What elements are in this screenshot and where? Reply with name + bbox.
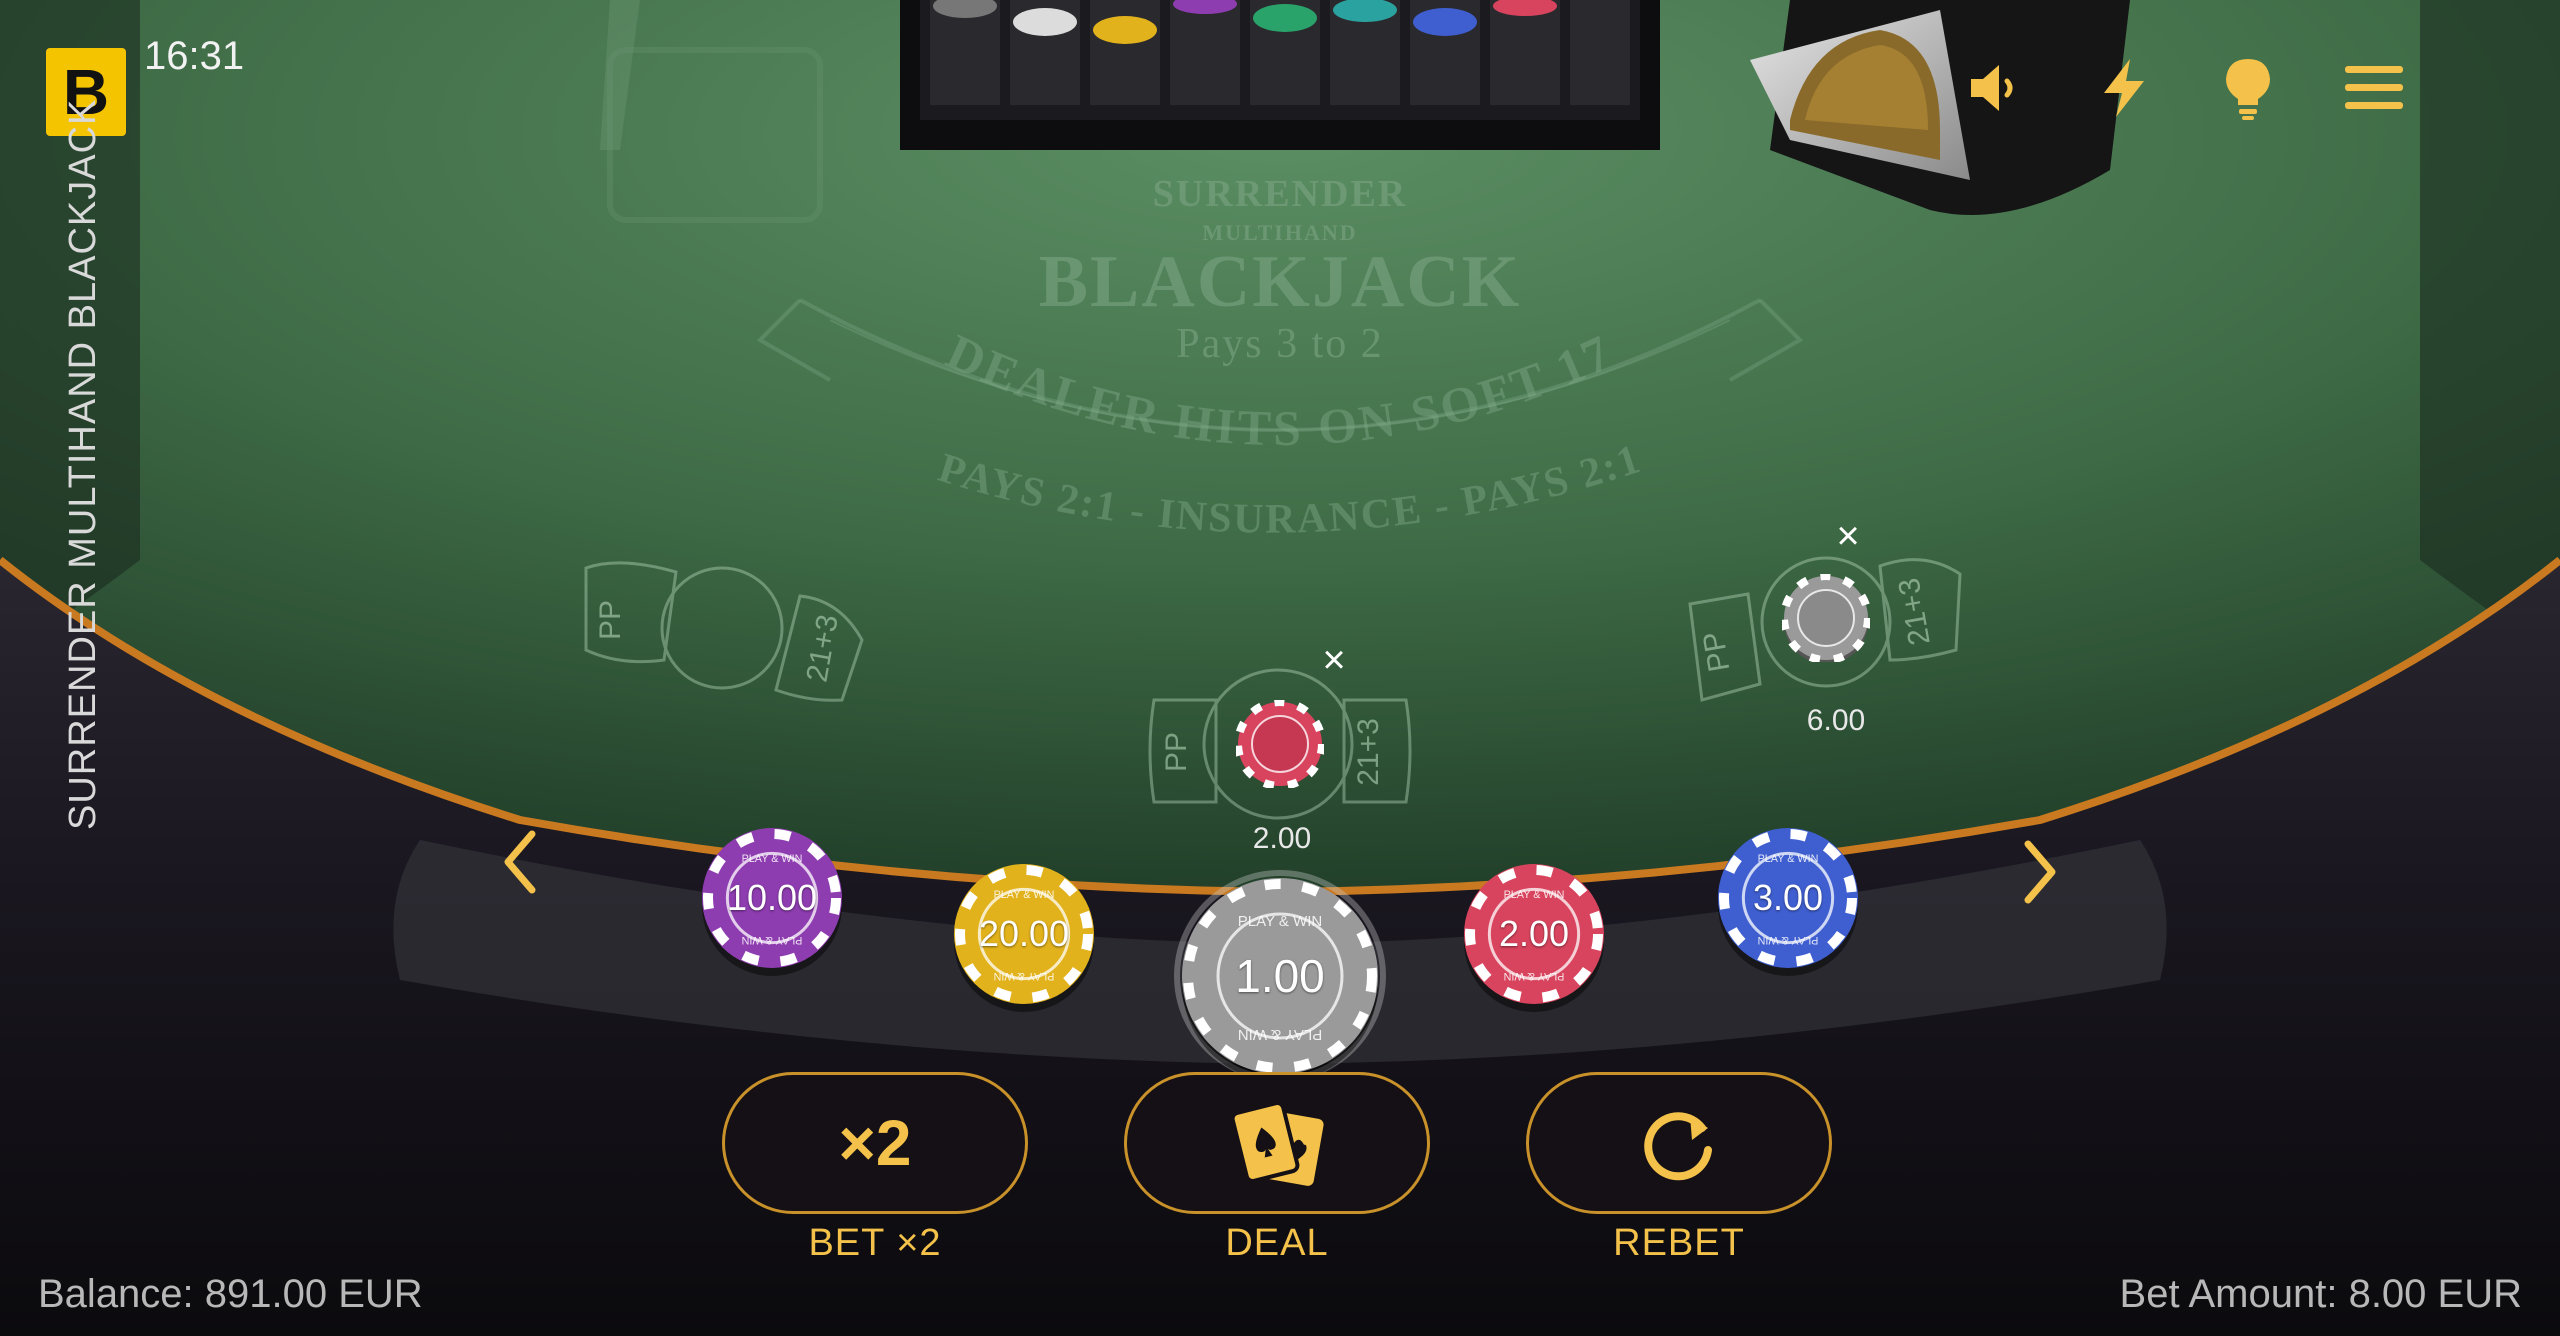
chip-20.00[interactable]: PLAY & WIN PLAY & WIN 20.00 <box>952 862 1096 1012</box>
svg-text:PP: PP <box>1697 629 1736 674</box>
rebet-label: REBET <box>1613 1222 1745 1264</box>
game-title: SURRENDER MULTIHAND BLACKJACK <box>62 98 104 830</box>
chip-1.00[interactable]: PLAY & WIN PLAY & WIN 1.00 <box>1180 876 1380 1082</box>
menu-button[interactable] <box>2336 50 2412 126</box>
redo-icon <box>1644 1112 1712 1181</box>
bet-x2-button[interactable]: ×2 <box>722 1072 1028 1214</box>
table-print-surrender: SURRENDER <box>1152 173 1408 215</box>
svg-text:PLAY & WIN: PLAY & WIN <box>1238 1026 1322 1043</box>
svg-text:PLAY & WIN: PLAY & WIN <box>1504 889 1565 901</box>
svg-text:PLAY & WIN: PLAY & WIN <box>994 889 1055 901</box>
svg-text:PLAY & WIN: PLAY & WIN <box>1758 934 1819 946</box>
svg-text:21+3: 21+3 <box>1352 718 1385 786</box>
spot3-bet-amount: 6.00 <box>1806 704 1866 737</box>
remove-bet-spot3-button[interactable]: × <box>1828 516 1868 556</box>
table-print-blackjack: BLACKJACK <box>1038 241 1522 323</box>
svg-text:PP: PP <box>1160 732 1193 772</box>
spot2-bet-amount: 2.00 <box>1252 822 1312 855</box>
speaker-icon <box>1971 65 2013 111</box>
chip-3.00[interactable]: PLAY & WIN PLAY & WIN 3.00 <box>1716 826 1860 976</box>
svg-text:PLAY & WIN: PLAY & WIN <box>994 970 1055 982</box>
svg-text:PLAY & WIN: PLAY & WIN <box>1758 853 1819 865</box>
turbo-button[interactable] <box>2086 50 2162 126</box>
chevron-right-icon[interactable] <box>2008 832 2068 912</box>
lightning-icon <box>2104 59 2144 117</box>
hamburger-menu-icon <box>2345 66 2403 109</box>
clock: 16:31 <box>144 34 245 78</box>
deal-label: DEAL <box>1225 1222 1329 1264</box>
svg-text:PLAY & WIN: PLAY & WIN <box>742 853 803 865</box>
placed-chip-spot3[interactable] <box>1782 574 1870 662</box>
deal-button[interactable] <box>1124 1072 1430 1214</box>
svg-text:PP: PP <box>594 600 627 640</box>
game-stage: DEALER HITS ON SOFT 17 PAYS 2:1 - INSURA… <box>0 0 2560 1336</box>
sound-button[interactable] <box>1956 50 2032 126</box>
chevron-left-icon[interactable] <box>492 822 552 902</box>
rebet-button[interactable] <box>1526 1072 1832 1214</box>
placed-chip-spot2[interactable] <box>1236 700 1324 788</box>
chip-10.00[interactable]: PLAY & WIN PLAY & WIN 10.00 <box>700 826 844 976</box>
hint-button[interactable] <box>2210 50 2286 126</box>
bet-amount-display: Bet Amount: 8.00 EUR <box>2119 1272 2522 1316</box>
svg-text:PLAY & WIN: PLAY & WIN <box>1504 970 1565 982</box>
svg-text:PLAY & WIN: PLAY & WIN <box>1238 913 1322 930</box>
bet-x2-label: BET ×2 <box>808 1222 942 1264</box>
chip-2.00[interactable]: PLAY & WIN PLAY & WIN 2.00 <box>1462 862 1606 1012</box>
svg-text:PLAY & WIN: PLAY & WIN <box>742 934 803 946</box>
remove-bet-spot2-button[interactable]: × <box>1314 640 1354 680</box>
x2-icon: ×2 <box>838 1107 912 1179</box>
lightbulb-icon <box>2226 59 2270 120</box>
table-print-pays: Pays 3 to 2 <box>1176 321 1384 367</box>
balance-display: Balance: 891.00 EUR <box>38 1272 423 1316</box>
playing-cards-icon <box>1230 1101 1324 1186</box>
